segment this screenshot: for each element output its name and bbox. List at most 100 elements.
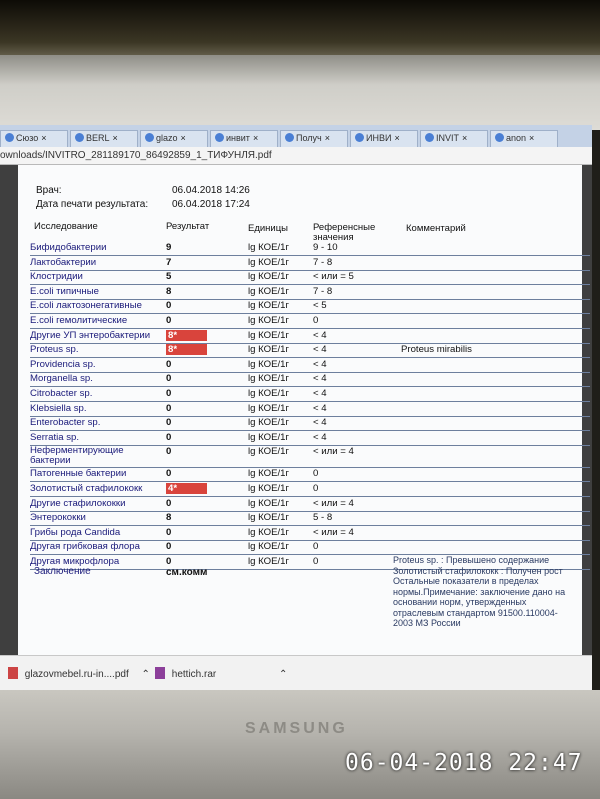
row-result: 0: [166, 417, 172, 429]
row-name: Providencia sp.: [30, 358, 96, 370]
chevron-up-icon[interactable]: ⌃: [142, 669, 150, 680]
row-result: 0: [166, 431, 172, 443]
row-reference: < 4: [313, 417, 327, 429]
print-date-value: 06.04.2018 17:24: [172, 199, 250, 210]
row-name: Грибы рода Candida: [30, 526, 121, 538]
tab-3[interactable]: инвит ×: [210, 130, 278, 147]
row-result: 0: [166, 300, 172, 312]
table-row: Citrobacter sp. 0 lg КОЕ/1г < 4: [30, 387, 590, 402]
download-pdf-name: glazovmebel.ru-in....pdf: [24, 669, 129, 680]
tab-5[interactable]: ИНВИ ×: [350, 130, 418, 147]
tab-2[interactable]: glazo ×: [140, 130, 208, 147]
row-reference: < или = 5: [313, 271, 354, 283]
header-reference: Референсные значения: [313, 222, 376, 243]
pdf-page: Врач: 06.04.2018 14:26 Дата печати резул…: [18, 165, 590, 655]
doc-icon: [145, 133, 154, 142]
tab-4[interactable]: Получ ×: [280, 130, 348, 147]
table-row: E.coli лактозонегативные 0 lg КОЕ/1г < 5: [30, 299, 590, 315]
row-result: 4*: [166, 483, 208, 494]
row-reference: 7 - 8: [313, 256, 333, 268]
row-reference: < 4: [313, 388, 327, 399]
doctor-label: Врач:: [36, 185, 62, 196]
table-row: Morganella sp. 0 lg КОЕ/1г < 4: [30, 372, 590, 388]
tab-1[interactable]: BERL ×: [70, 130, 138, 147]
row-unit: lg КОЕ/1г: [248, 512, 289, 524]
row-reference: 5 - 8: [313, 512, 333, 524]
row-unit: lg КОЕ/1г: [248, 256, 289, 268]
row-name: Другие УП энтеробактерии: [30, 329, 151, 341]
row-name: Klebsiella sp.: [30, 402, 87, 414]
row-name: Enterobacter sp.: [30, 417, 101, 429]
tab-label: инвит: [226, 133, 250, 143]
row-result: 8: [166, 285, 172, 297]
close-icon[interactable]: ×: [325, 133, 330, 143]
table-row: Грибы рода Candida 0 lg КОЕ/1г < или = 4: [30, 526, 590, 541]
row-name: E.coli типичные: [30, 285, 99, 297]
doctor-value: 06.04.2018 14:26: [172, 185, 250, 196]
row-unit: lg КОЕ/1г: [248, 497, 289, 509]
row-name: Патогенные бактерии: [30, 468, 127, 480]
address-bar[interactable]: ownloads/INVITRO_281189170_86492859_1_ТИ…: [0, 147, 592, 165]
row-name: E.coli лактозонегативные: [30, 300, 142, 312]
tab-label: BERL: [86, 133, 110, 143]
tab-0[interactable]: Сюзо ×: [0, 130, 68, 147]
laptop-bezel-bottom: [0, 690, 600, 799]
close-icon[interactable]: ×: [253, 133, 258, 143]
download-rar-name: hettich.rar: [171, 669, 217, 680]
download-item-pdf[interactable]: glazovmebel.ru-in....pdf ⌃: [8, 667, 150, 680]
tab-7[interactable]: anon ×: [490, 130, 558, 147]
row-reference: < или = 4: [313, 526, 354, 538]
tab-6[interactable]: INVIT ×: [420, 130, 488, 147]
row-name: E.coli гемолитические: [30, 315, 128, 326]
header-units: Единицы: [248, 223, 289, 234]
row-result: 8: [166, 512, 172, 524]
row-unit: lg КОЕ/1г: [248, 344, 289, 356]
row-result: 0: [166, 402, 172, 414]
row-name: Неферментирующие бактерии: [30, 445, 124, 467]
row-unit: lg КОЕ/1г: [248, 285, 289, 297]
row-reference: < 4: [313, 431, 327, 443]
table-row: Клостридии 5 lg КОЕ/1г < или = 5: [30, 270, 590, 286]
row-reference: 0: [313, 541, 319, 553]
row-reference: < 5: [313, 300, 327, 312]
conclusion-label: Заключение: [34, 566, 91, 577]
row-result: 0: [166, 373, 172, 385]
row-unit: lg КОЕ/1г: [248, 417, 289, 429]
close-icon[interactable]: ×: [113, 133, 118, 143]
row-name: Citrobacter sp.: [30, 388, 93, 399]
close-icon[interactable]: ×: [394, 133, 399, 143]
row-unit: lg КОЕ/1г: [248, 556, 289, 567]
table-row: Providencia sp. 0 lg КОЕ/1г < 4: [30, 358, 590, 373]
table-row: Serratia sp. 0 lg КОЕ/1г < 4: [30, 431, 590, 446]
row-reference: < или = 4: [313, 446, 354, 458]
row-unit: lg КОЕ/1г: [248, 329, 289, 341]
row-unit: lg КОЕ/1г: [248, 358, 289, 370]
google-icon: [215, 133, 224, 142]
close-icon[interactable]: ×: [41, 133, 46, 143]
row-reference: < 4: [313, 358, 327, 370]
row-name: Золотистый стафилококк: [30, 483, 143, 494]
row-unit: lg КОЕ/1г: [248, 526, 289, 538]
close-icon[interactable]: ×: [462, 133, 467, 143]
row-unit: lg КОЕ/1г: [248, 483, 289, 494]
row-unit: lg КОЕ/1г: [248, 300, 289, 312]
download-item-rar[interactable]: hettich.rar ⌃: [155, 667, 287, 680]
chevron-up-icon[interactable]: ⌃: [279, 669, 287, 680]
row-result: 0: [166, 468, 172, 480]
photo-timestamp: 06-04-2018 22:47: [345, 750, 583, 776]
drop-icon: [355, 133, 364, 142]
close-icon[interactable]: ×: [529, 133, 534, 143]
header-test: Исследование: [34, 221, 98, 232]
row-name: Proteus sp.: [30, 344, 79, 356]
row-unit: lg КОЕ/1г: [248, 402, 289, 414]
pdf-icon: [8, 667, 18, 679]
row-unit: lg КОЕ/1г: [248, 541, 289, 553]
row-result: 7: [166, 256, 172, 268]
conclusion-result: см.комм: [166, 567, 208, 578]
table-row: Золотистый стафилококк 4* lg КОЕ/1г 0: [30, 482, 590, 497]
close-icon[interactable]: ×: [181, 133, 186, 143]
row-reference: < 4: [313, 329, 327, 341]
table-row: Klebsiella sp. 0 lg КОЕ/1г < 4: [30, 402, 590, 417]
row-reference: 0: [313, 483, 319, 494]
row-name: Другая грибковая флора: [30, 541, 140, 553]
